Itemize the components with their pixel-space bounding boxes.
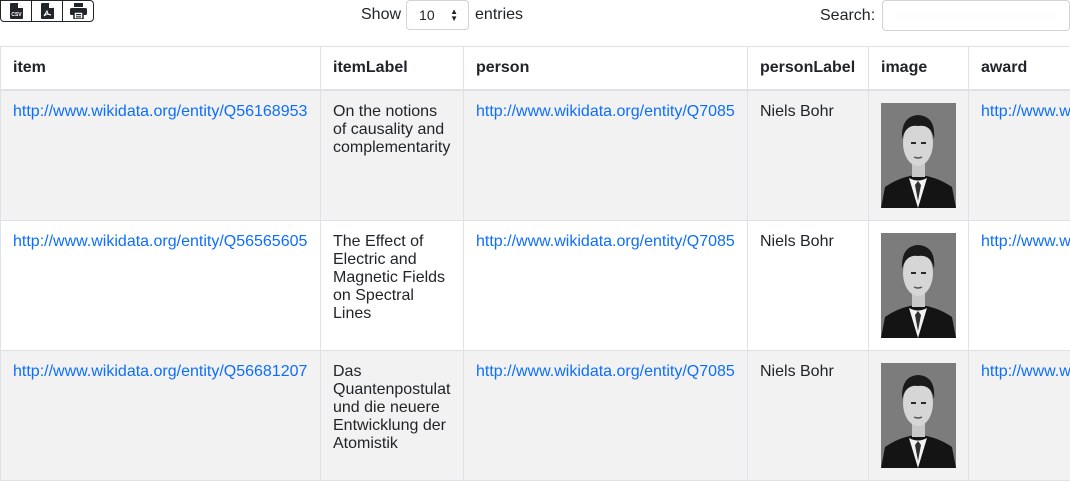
csv-export-button[interactable]: CSV <box>0 0 32 22</box>
search-control: Search: <box>820 0 1070 31</box>
portrait-photo[interactable] <box>881 103 956 208</box>
award-link[interactable]: http://www.w <box>981 103 1070 120</box>
column-header-item[interactable]: item <box>1 47 321 91</box>
item-label-cell: On the notions of causality and compleme… <box>321 90 464 221</box>
table-row: http://www.wikidata.org/entity/Q56168953… <box>1 90 1070 221</box>
table-row: http://www.wikidata.org/entity/Q56565605… <box>1 221 1070 351</box>
table-header-row: item itemLabel person personLabel image … <box>1 47 1070 91</box>
award-cell: http://www.w <box>969 351 1070 481</box>
item-label-cell: Das Quantenpostulat und die neuere Entwi… <box>321 351 464 481</box>
column-header-person[interactable]: person <box>464 47 748 91</box>
portrait-photo[interactable] <box>881 363 956 468</box>
award-link[interactable]: http://www.w <box>981 363 1070 380</box>
table-row: http://www.wikidata.org/entity/Q56681207… <box>1 351 1070 481</box>
person-link[interactable]: http://www.wikidata.org/entity/Q7085 <box>476 103 735 120</box>
column-header-personlabel[interactable]: personLabel <box>748 47 869 91</box>
page-length-value: 10 <box>419 7 435 23</box>
award-cell: http://www.w <box>969 221 1070 351</box>
column-header-itemlabel[interactable]: itemLabel <box>321 47 464 91</box>
person-cell: http://www.wikidata.org/entity/Q7085 <box>464 351 748 481</box>
person-label-cell: Niels Bohr <box>748 90 869 221</box>
item-label-cell: The Effect of Electric and Magnetic Fiel… <box>321 221 464 351</box>
award-link[interactable]: http://www.w <box>981 233 1070 250</box>
person-label-cell: Niels Bohr <box>748 221 869 351</box>
person-link[interactable]: http://www.wikidata.org/entity/Q7085 <box>476 233 735 250</box>
item-link[interactable]: http://www.wikidata.org/entity/Q56168953 <box>13 103 307 120</box>
print-button[interactable] <box>62 0 94 22</box>
search-input[interactable] <box>882 0 1070 31</box>
person-link[interactable]: http://www.wikidata.org/entity/Q7085 <box>476 363 735 380</box>
table-controls: CSV Show 10 ▲▼ entries <box>0 0 1070 46</box>
csv-file-icon: CSV <box>10 3 23 19</box>
printer-icon <box>70 3 87 19</box>
image-cell <box>869 221 969 351</box>
entries-label: entries <box>475 6 523 24</box>
show-label: Show <box>361 6 401 24</box>
image-cell <box>869 90 969 221</box>
person-cell: http://www.wikidata.org/entity/Q7085 <box>464 90 748 221</box>
column-header-image[interactable]: image <box>869 47 969 91</box>
image-cell <box>869 351 969 481</box>
pdf-file-icon <box>41 3 54 19</box>
export-button-group: CSV <box>0 0 94 22</box>
page-length-select[interactable]: 10 ▲▼ <box>406 0 469 30</box>
column-header-award[interactable]: award <box>969 47 1070 91</box>
item-link[interactable]: http://www.wikidata.org/entity/Q56681207 <box>13 363 307 380</box>
item-cell: http://www.wikidata.org/entity/Q56168953 <box>1 90 321 221</box>
pdf-export-button[interactable] <box>31 0 63 22</box>
item-cell: http://www.wikidata.org/entity/Q56565605 <box>1 221 321 351</box>
page-length-control: Show 10 ▲▼ entries <box>361 0 523 30</box>
person-label-cell: Niels Bohr <box>748 351 869 481</box>
search-label: Search: <box>820 7 875 25</box>
svg-text:CSV: CSV <box>11 12 22 18</box>
award-cell: http://www.w <box>969 90 1070 221</box>
portrait-photo[interactable] <box>881 233 956 338</box>
select-arrows-icon: ▲▼ <box>450 8 458 22</box>
results-table: item itemLabel person personLabel image … <box>0 46 1070 481</box>
item-cell: http://www.wikidata.org/entity/Q56681207 <box>1 351 321 481</box>
item-link[interactable]: http://www.wikidata.org/entity/Q56565605 <box>13 233 307 250</box>
person-cell: http://www.wikidata.org/entity/Q7085 <box>464 221 748 351</box>
